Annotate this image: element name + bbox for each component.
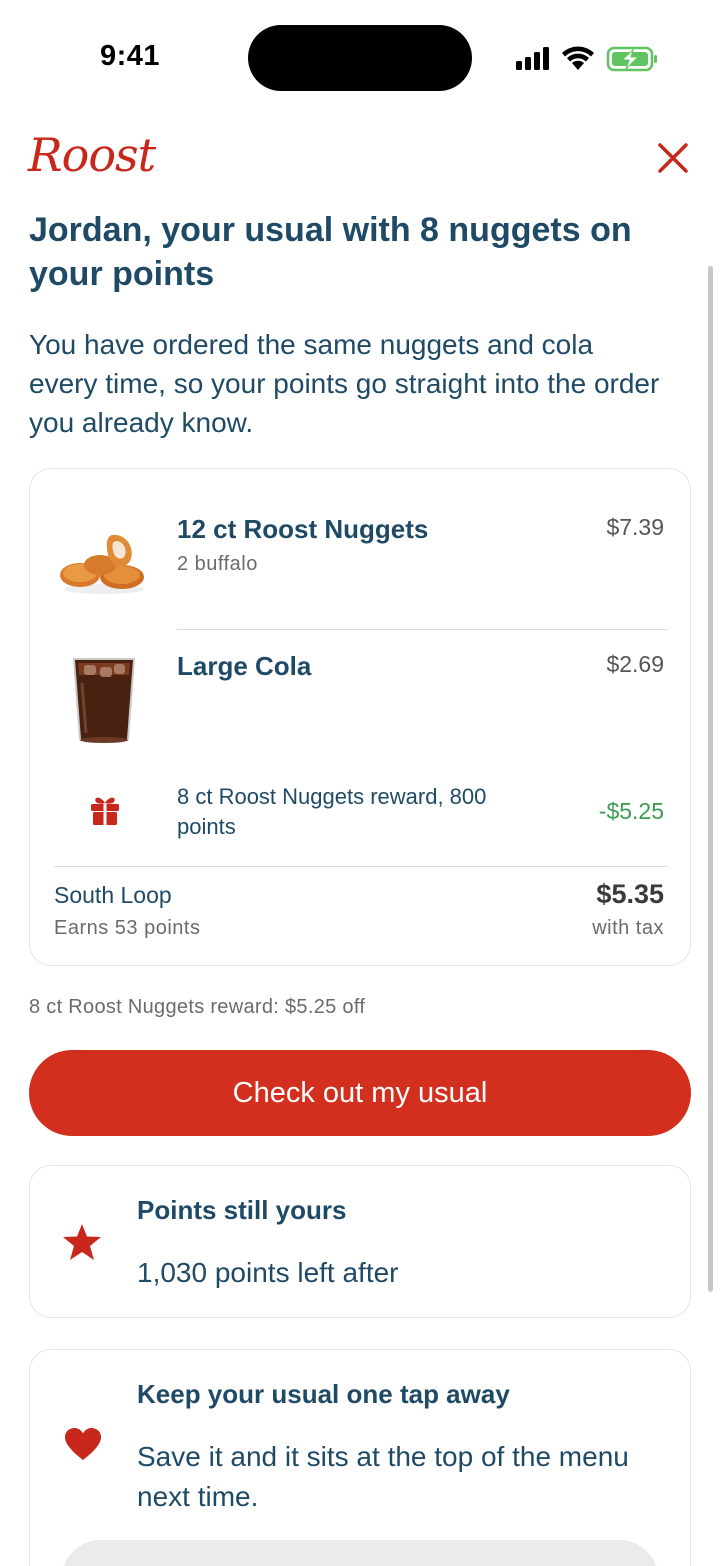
cola-image	[72, 658, 136, 743]
save-usual-button[interactable]	[61, 1540, 659, 1566]
order-total: $5.35	[596, 879, 664, 909]
checkout-button[interactable]: Check out my usual	[29, 1050, 691, 1136]
intro-text: You have ordered the same nuggets and co…	[29, 329, 660, 438]
gift-icon	[91, 797, 119, 825]
item-name: Large Cola	[177, 651, 312, 681]
reward-discount: -$5.25	[598, 798, 664, 824]
item-name: 12 ct Roost Nuggets	[177, 514, 429, 544]
nuggets-image	[60, 534, 144, 594]
status-time: 9:41	[100, 40, 161, 72]
reward-note: 8 ct Roost Nuggets reward: $5.25 off	[29, 996, 366, 1018]
save-card-body: Save it and it sits at the top of the me…	[137, 1441, 629, 1512]
status-bar: 9:41	[0, 0, 720, 110]
item-detail: 2 buffalo	[177, 553, 258, 575]
dynamic-island	[248, 25, 472, 91]
reward-label: 8 ct Roost Nuggets reward, 800 points	[177, 784, 487, 839]
battery-charging-icon	[606, 46, 657, 72]
close-icon[interactable]	[656, 141, 690, 175]
item-price: $7.39	[606, 514, 664, 540]
page-title: Jordan, your usual with 8 nuggets on you…	[29, 211, 632, 293]
cellular-signal-icon	[516, 47, 549, 70]
points-card-body: 1,030 points left after	[137, 1257, 399, 1288]
points-earned: Earns 53 points	[54, 917, 201, 939]
heart-icon	[65, 1428, 101, 1460]
points-card-title: Points still yours	[137, 1195, 347, 1225]
roost-logo: Roost	[28, 128, 156, 182]
wifi-icon	[562, 46, 594, 70]
order-summary-card: 12 ct Roost Nuggets 2 buffalo $7.39 Larg…	[29, 468, 691, 966]
total-tax-note: with tax	[592, 917, 664, 939]
star-icon	[63, 1224, 101, 1260]
save-usual-card: Keep your usual one tap away Save it and…	[29, 1349, 691, 1566]
item-divider	[177, 629, 667, 630]
status-icons	[516, 46, 657, 72]
total-divider	[54, 866, 667, 867]
scrollbar[interactable]	[708, 266, 713, 1292]
item-price: $2.69	[606, 651, 664, 677]
save-card-title: Keep your usual one tap away	[137, 1379, 510, 1409]
points-card: Points still yours 1,030 points left aft…	[29, 1165, 691, 1318]
store-location: South Loop	[54, 882, 172, 908]
